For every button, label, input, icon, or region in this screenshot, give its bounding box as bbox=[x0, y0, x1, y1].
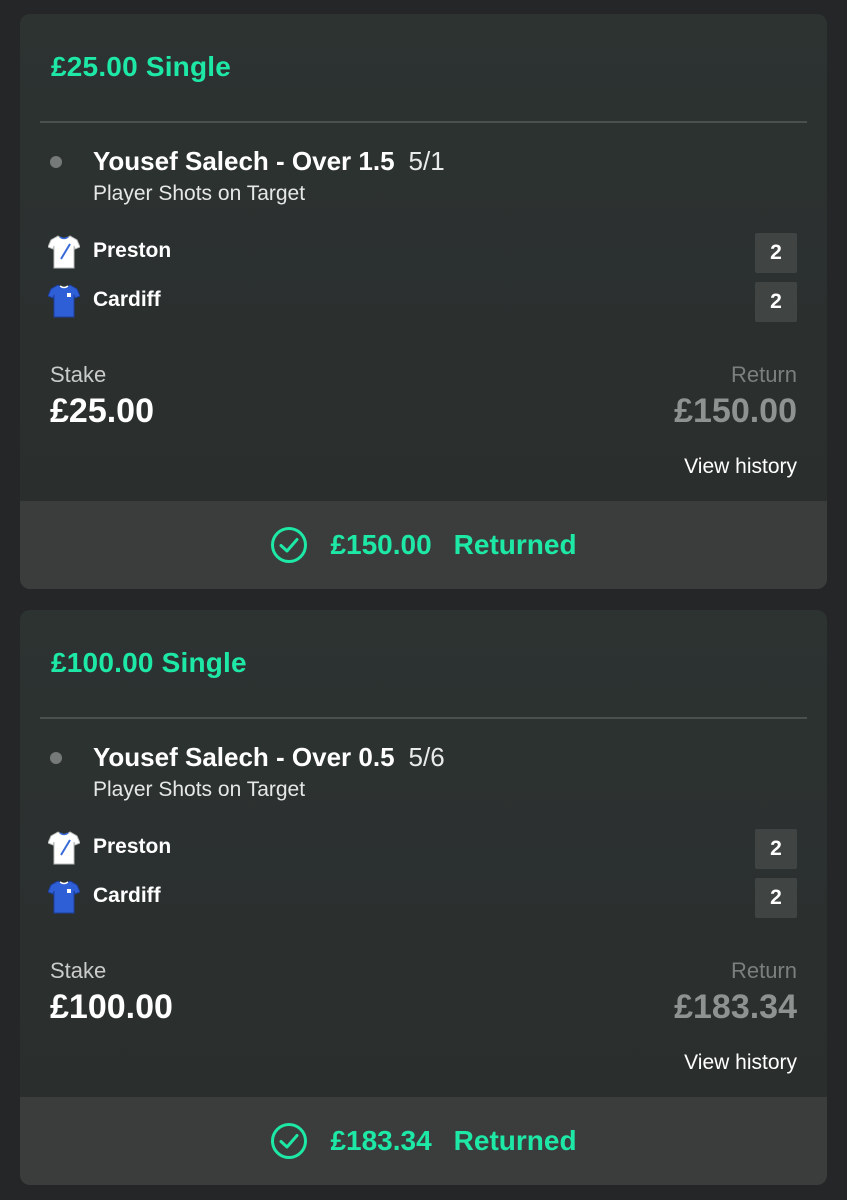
market-name: Player Shots on Target bbox=[93, 778, 306, 801]
team-name: Cardiff bbox=[93, 884, 161, 907]
team-row-away: Cardiff 2 bbox=[48, 282, 797, 322]
return-label: Return bbox=[730, 362, 797, 387]
shirt-icon bbox=[48, 284, 80, 318]
return-value: £183.34 bbox=[674, 988, 797, 1026]
selection-odds: 5/6 bbox=[408, 742, 445, 772]
shirt-icon bbox=[48, 235, 80, 269]
market-name: Player Shots on Target bbox=[93, 182, 306, 205]
team-row-away: Cardiff 2 bbox=[48, 878, 797, 918]
selection-label: Yousef Salech - Over 0.5 bbox=[93, 742, 395, 772]
team-score: 2 bbox=[755, 829, 797, 869]
team-name: Preston bbox=[93, 835, 172, 858]
return-value: £150.00 bbox=[674, 392, 797, 430]
shirt-icon bbox=[48, 831, 80, 865]
bet-card[interactable]: £100.00 Single Yousef Salech - Over 0.5 5… bbox=[20, 610, 827, 1185]
status-dot-icon bbox=[50, 156, 62, 168]
team-score: 2 bbox=[755, 233, 797, 273]
team-name: Cardiff bbox=[93, 288, 161, 311]
stake-label: Stake bbox=[50, 958, 107, 983]
team-row-home: Preston 2 bbox=[48, 829, 797, 869]
returned-label: Returned bbox=[453, 1125, 577, 1156]
stake-value: £100.00 bbox=[50, 988, 173, 1026]
bet-card[interactable]: £25.00 Single Yousef Salech - Over 1.5 5/… bbox=[20, 14, 827, 589]
team-score: 2 bbox=[755, 878, 797, 918]
team-name: Preston bbox=[93, 239, 172, 262]
divider bbox=[40, 717, 807, 719]
check-circle-icon bbox=[271, 527, 308, 563]
view-history-link[interactable]: View history bbox=[684, 1051, 797, 1075]
selection-label: Yousef Salech - Over 1.5 bbox=[93, 146, 395, 176]
bet-title: £100.00 Single bbox=[51, 647, 247, 678]
view-history-link[interactable]: View history bbox=[684, 455, 797, 479]
selection-name: Yousef Salech - Over 1.5 5/1 bbox=[93, 146, 445, 177]
returned-amount: £150.00 bbox=[330, 529, 432, 560]
returned-amount: £183.34 bbox=[330, 1125, 432, 1156]
status-dot-icon bbox=[50, 752, 62, 764]
team-row-home: Preston 2 bbox=[48, 233, 797, 273]
selection-name: Yousef Salech - Over 0.5 5/6 bbox=[93, 742, 445, 773]
bet-title: £25.00 Single bbox=[51, 51, 232, 82]
selection-odds: 5/1 bbox=[408, 146, 445, 176]
return-label: Return bbox=[730, 958, 797, 983]
bet-history-page: £25.00 Single Yousef Salech - Over 1.5 5/… bbox=[0, 0, 847, 1200]
returned-banner: £150.00 Returned bbox=[20, 501, 827, 589]
team-score: 2 bbox=[755, 282, 797, 322]
returned-banner: £183.34 Returned bbox=[20, 1097, 827, 1185]
stake-value: £25.00 bbox=[50, 392, 154, 430]
shirt-icon bbox=[48, 880, 80, 914]
stake-label: Stake bbox=[50, 362, 107, 387]
returned-label: Returned bbox=[453, 529, 577, 560]
check-circle-icon bbox=[271, 1123, 308, 1159]
divider bbox=[40, 121, 807, 123]
